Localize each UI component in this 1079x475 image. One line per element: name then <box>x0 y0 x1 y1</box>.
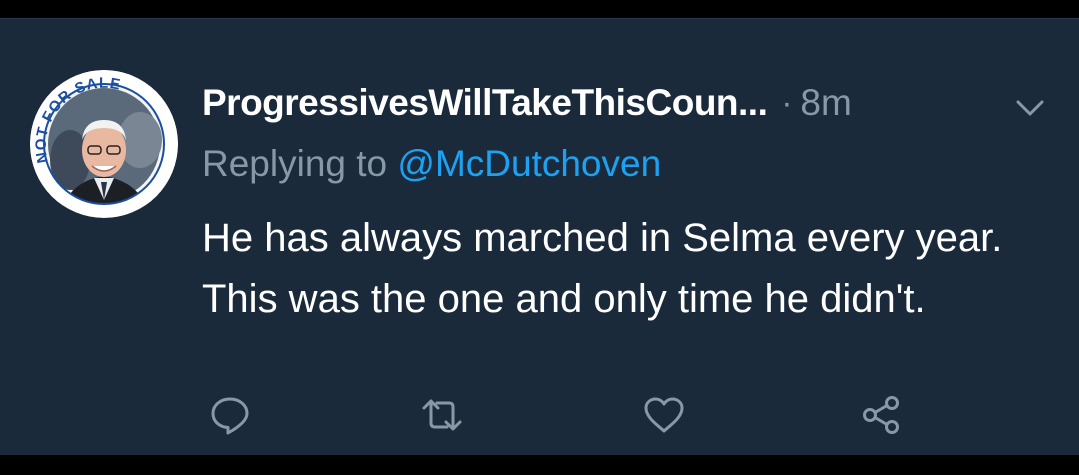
reply-button[interactable] <box>208 393 252 437</box>
bottom-edge <box>0 455 1079 475</box>
share-button[interactable] <box>860 393 904 437</box>
chevron-down-icon[interactable] <box>1014 97 1046 119</box>
retweet-icon <box>422 399 462 431</box>
share-icon <box>863 396 899 434</box>
separator-dot: · <box>781 84 793 121</box>
display-name[interactable]: ProgressivesWillTakeThisCoun... <box>202 82 768 124</box>
tweet-header: ProgressivesWillTakeThisCoun... · 8m <box>202 79 1052 127</box>
avatar[interactable]: NOT FOR SALE <box>30 70 178 218</box>
reply-icon <box>211 397 249 435</box>
avatar-image: NOT FOR SALE <box>30 70 178 218</box>
retweet-button[interactable] <box>420 393 464 437</box>
reply-handle-link[interactable]: @McDutchoven <box>397 143 661 184</box>
timestamp[interactable]: 8m <box>800 82 851 124</box>
like-button[interactable] <box>642 393 686 437</box>
reply-context: Replying to @McDutchoven <box>202 143 661 185</box>
tweet-card[interactable]: NOT FOR SALE ProgressivesWillTakeThisCou… <box>0 18 1079 455</box>
tweet-text: He has always marched in Selma every yea… <box>202 216 1003 321</box>
reply-prefix: Replying to <box>202 143 398 184</box>
like-icon <box>644 397 684 433</box>
